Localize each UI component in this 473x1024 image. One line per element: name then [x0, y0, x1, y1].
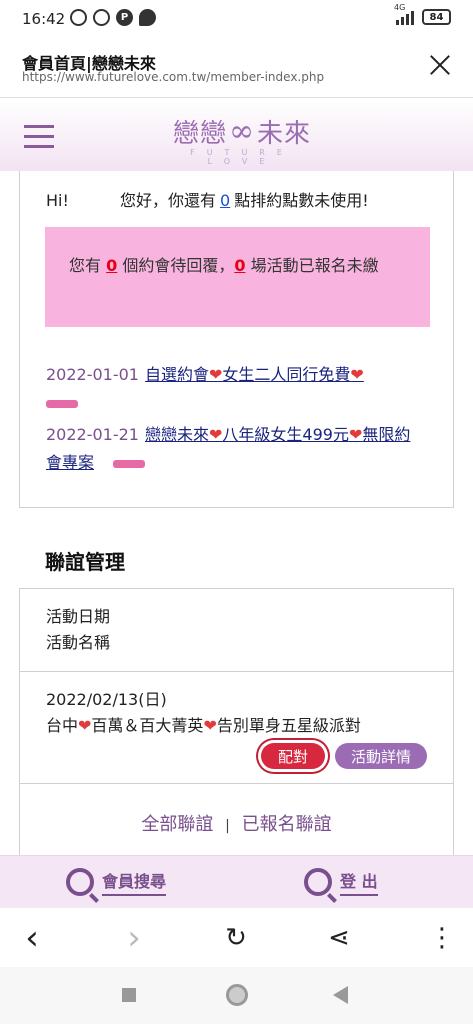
logo-text-left: 戀戀 — [172, 119, 227, 149]
notice-text: 個約會待回覆， — [122, 256, 235, 275]
registered-socials-link[interactable]: 已報名聯誼 — [242, 814, 332, 835]
col-name-header: 活動名稱 — [46, 633, 111, 652]
table-footer: 全部聯誼 | 已報名聯誼 — [20, 784, 453, 855]
alarm-icon — [93, 9, 110, 26]
section-title: 聯誼管理 — [45, 550, 125, 574]
pending-dates-link[interactable]: 0 — [106, 256, 117, 275]
signal-icon: 4G — [394, 3, 414, 25]
status-bar: 16:42 P 4G 84 — [0, 0, 473, 38]
parking-icon: P — [116, 9, 133, 26]
android-nav-bar — [0, 967, 473, 1024]
registered-events-link[interactable]: 0 — [234, 256, 245, 275]
member-search-label: 會員搜尋 — [102, 868, 167, 896]
event-name-text: 台中 — [46, 716, 79, 735]
key-icon — [304, 868, 332, 896]
browser-toolbar: ‹ › ↻ ⋖ ⋮ — [0, 907, 473, 967]
points-link[interactable]: 0 — [216, 191, 234, 210]
site-logo[interactable]: 戀戀 ∞ 未來 FUTURE LOVE — [152, 113, 332, 166]
event-name-text: 百萬＆百大菁英 — [91, 716, 204, 735]
page-url[interactable]: https://www.futurelove.com.tw/member-ind… — [22, 70, 324, 84]
heart-icon: ❤ — [209, 425, 223, 444]
all-socials-link[interactable]: 全部聯誼 — [141, 814, 213, 835]
notification-icons: P — [70, 9, 156, 26]
notice-box: 您有 0 個約會待回覆，0 場活動已報名未繳 — [45, 227, 430, 327]
heart-icon: ❤ — [203, 716, 217, 735]
col-date-header: 活動日期 — [46, 607, 111, 626]
greeting-suffix: 點排約點數未使用! — [234, 191, 369, 210]
back-icon[interactable]: ‹ — [18, 918, 46, 958]
member-search-button[interactable]: 會員搜尋 — [66, 868, 167, 896]
heart-icon: ❤ — [78, 716, 92, 735]
news-text: 自選約會 — [144, 365, 209, 384]
close-icon[interactable] — [427, 52, 453, 78]
news-text: 八年級女生499元 — [222, 425, 349, 444]
logo-text-right: 未來 — [257, 119, 312, 149]
more-icon[interactable]: ⋮ — [428, 923, 456, 953]
menu-icon[interactable] — [24, 125, 54, 149]
network-label: 4G — [394, 3, 406, 12]
heart-icon: ❤ — [209, 365, 223, 384]
greeting-prefix: 您好，你還有 — [119, 191, 216, 210]
mute-bell-icon — [70, 9, 87, 26]
news-item: 2022-01-21 戀戀未來❤八年級女生499元❤無限約會專案 — [46, 421, 426, 477]
home-icon[interactable] — [226, 984, 248, 1006]
news-link[interactable]: 自選約會❤女生二人同行免費❤ — [145, 365, 364, 384]
chat-icon — [139, 9, 156, 26]
infinity-icon: ∞ — [229, 114, 255, 149]
news-date: 2022-01-01 — [46, 365, 139, 384]
member-summary-card: Hi! 您好，你還有 0 點排約點數未使用! 您有 0 個約會待回覆，0 場活動已報… — [19, 171, 454, 508]
site-header: 戀戀 ∞ 未來 FUTURE LOVE — [0, 99, 473, 171]
event-name: 台中❤百萬＆百大菁英❤告別單身五星級派對 — [46, 712, 361, 736]
logo-subtitle: FUTURE LOVE — [190, 148, 294, 166]
search-icon — [66, 868, 94, 896]
social-links: 全部聯誼 | 已報名聯誼 — [20, 810, 453, 836]
social-table: 活動日期 活動名稱 2022/02/13(日) 台中❤百萬＆百大菁英❤告別單身五… — [19, 588, 454, 855]
main-content: Hi! 您好，你還有 0 點排約點數未使用! 您有 0 個約會待回覆，0 場活動已報… — [0, 171, 473, 855]
system-back-icon[interactable] — [333, 986, 348, 1004]
event-detail-button[interactable]: 活動詳情 — [335, 743, 427, 769]
status-time: 16:42 — [22, 10, 66, 28]
recents-icon[interactable] — [122, 988, 136, 1002]
greeting: Hi! 您好，你還有 0 點排約點數未使用! — [46, 187, 369, 211]
event-date: 2022/02/13(日) — [46, 690, 167, 709]
notice-text: 您有 — [69, 256, 102, 275]
notice-text: 場活動已報名未繳 — [250, 256, 379, 275]
news-item: 2022-01-01 自選約會❤女生二人同行免費❤ — [46, 361, 426, 417]
system-status: 4G 84 — [394, 3, 451, 25]
news-date: 2022-01-21 — [46, 425, 139, 444]
table-row: 2022/02/13(日) 台中❤百萬＆百大菁英❤告別單身五星級派對 配對 活動… — [20, 672, 453, 784]
battery-icon: 84 — [422, 9, 451, 25]
share-icon[interactable]: ⋖ — [325, 923, 353, 953]
logout-button[interactable]: 登 出 — [304, 868, 378, 896]
new-tag-icon — [113, 459, 146, 468]
match-button[interactable]: 配對 — [261, 743, 325, 769]
new-tag-icon — [46, 399, 78, 408]
link-separator: | — [225, 818, 230, 834]
browser-header: 會員首頁|戀戀未來 https://www.futurelove.com.tw/… — [0, 38, 473, 98]
table-header: 活動日期 活動名稱 — [20, 589, 453, 672]
site-bottom-nav: 會員搜尋 登 出 — [0, 855, 473, 907]
event-name-text: 告別單身五星級派對 — [216, 716, 361, 735]
news-text: 戀戀未來 — [144, 425, 209, 444]
refresh-icon[interactable]: ↻ — [222, 923, 250, 953]
news-text: 女生二人同行免費 — [222, 365, 351, 384]
forward-icon[interactable]: › — [120, 918, 148, 958]
greeting-hi: Hi! — [46, 191, 69, 210]
heart-icon: ❤ — [350, 365, 364, 384]
heart-icon: ❤ — [348, 425, 363, 444]
logout-label: 登 出 — [340, 868, 378, 896]
